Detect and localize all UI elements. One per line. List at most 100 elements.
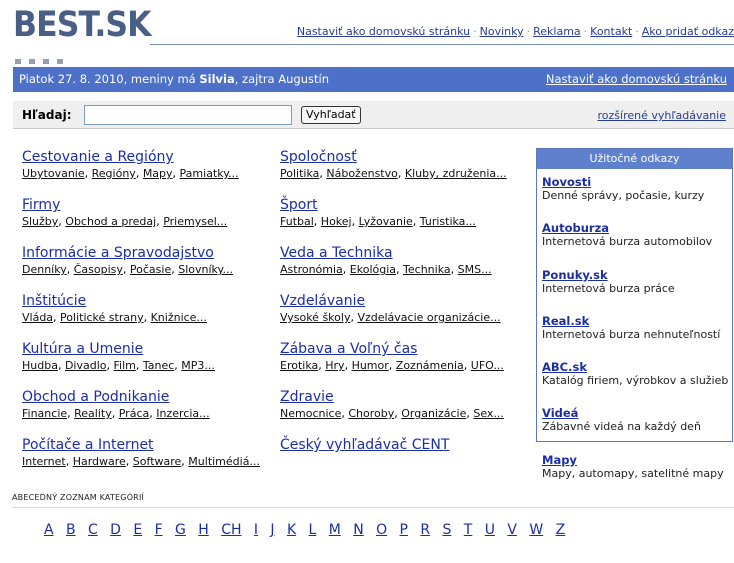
subcategory-link[interactable]: Multimédiá... <box>188 455 260 468</box>
subcategory-link[interactable]: Kluby, združenia... <box>405 167 507 180</box>
subcategory-link[interactable]: Slovníky... <box>178 263 233 276</box>
subcategory-link[interactable]: Divadlo <box>65 359 107 372</box>
subcategory-link[interactable]: Politika <box>280 167 319 180</box>
alphabet-letter-link[interactable]: F <box>155 522 163 538</box>
useful-link[interactable]: Real.sk <box>542 314 732 328</box>
subcategory-link[interactable]: Hry <box>325 359 344 372</box>
subcategory-link[interactable]: Humor <box>352 359 389 372</box>
category-title-link[interactable]: Zábava a Voľný čas <box>280 341 525 358</box>
useful-link[interactable]: Ponuky.sk <box>542 268 732 282</box>
subcategory-link[interactable]: Zoznámenia <box>396 359 464 372</box>
alphabet-letter-link[interactable]: H <box>198 522 209 538</box>
category-title-link[interactable]: Informácie a Spravodajstvo <box>22 245 272 262</box>
category-title-link[interactable]: Veda a Technika <box>280 245 525 262</box>
subcategory-link[interactable]: UFO... <box>471 359 504 372</box>
alphabet-letter-link[interactable]: C <box>88 522 98 538</box>
subcategory-link[interactable]: Erotika <box>280 359 318 372</box>
subcategory-link[interactable]: Internet <box>22 455 66 468</box>
subcategory-link[interactable]: Hudba <box>22 359 58 372</box>
top-link[interactable]: Novinky <box>480 25 524 38</box>
category-title-link[interactable]: Spoločnosť <box>280 149 525 166</box>
top-link[interactable]: Nastaviť ako domovskú stránku <box>297 25 470 38</box>
subcategory-link[interactable]: Tanec <box>143 359 174 372</box>
subcategory-link[interactable]: Inzercia... <box>156 407 209 420</box>
subcategory-link[interactable]: Financie <box>22 407 67 420</box>
subcategory-link[interactable]: Organizácie <box>401 407 466 420</box>
category-title-link[interactable]: Šport <box>280 197 525 214</box>
alphabet-letter-link[interactable]: T <box>464 522 473 538</box>
site-logo[interactable]: BEST.SK <box>13 6 153 64</box>
subcategory-link[interactable]: Služby <box>22 215 58 228</box>
subcategory-link[interactable]: Priemysel... <box>163 215 227 228</box>
alphabet-letter-link[interactable]: J <box>270 522 274 538</box>
subcategory-link[interactable]: Nemocnice <box>280 407 341 420</box>
alphabet-letter-link[interactable]: E <box>133 522 142 538</box>
category-title-link[interactable]: Vzdelávanie <box>280 293 525 310</box>
subcategory-link[interactable]: Mapy <box>143 167 173 180</box>
search-button[interactable]: Vyhľadať <box>301 106 361 124</box>
subcategory-link[interactable]: Práca <box>119 407 150 420</box>
subcategory-link[interactable]: Reality <box>74 407 112 420</box>
subcategory-link[interactable]: Turistika... <box>420 215 476 228</box>
alphabet-letter-link[interactable]: M <box>329 522 341 538</box>
subcategory-link[interactable]: Politické strany <box>60 311 144 324</box>
subcategory-link[interactable]: Časopisy <box>74 263 123 276</box>
useful-link[interactable]: Autoburza <box>542 221 732 235</box>
advanced-search-link[interactable]: rozšírené vyhľadávanie <box>598 109 726 122</box>
alphabet-letter-link[interactable]: S <box>442 522 451 538</box>
alphabet-letter-link[interactable]: W <box>529 522 543 538</box>
subcategory-link[interactable]: Obchod a predaj <box>65 215 156 228</box>
subcategory-link[interactable]: Počasie <box>130 263 171 276</box>
subcategory-link[interactable]: Knižnice... <box>151 311 207 324</box>
set-homepage-link[interactable]: Nastaviť ako domovskú stránku <box>546 67 727 92</box>
alphabet-letter-link[interactable]: P <box>400 522 408 538</box>
alphabet-letter-link[interactable]: R <box>420 522 430 538</box>
alphabet-letter-link[interactable]: G <box>175 522 186 538</box>
top-link[interactable]: Reklama <box>533 25 581 38</box>
subcategory-link[interactable]: Pamiatky... <box>180 167 239 180</box>
category-title-link[interactable]: Český vyhľadávač CENT <box>280 437 525 454</box>
subcategory-link[interactable]: Sex... <box>473 407 504 420</box>
top-link[interactable]: Ako pridať odkaz <box>642 25 734 38</box>
subcategory-link[interactable]: Hardware <box>73 455 126 468</box>
useful-link[interactable]: Novosti <box>542 175 732 189</box>
subcategory-link[interactable]: Náboženstvo <box>326 167 397 180</box>
alphabet-letter-link[interactable]: B <box>66 522 76 538</box>
alphabet-letter-link[interactable]: Z <box>556 522 566 538</box>
useful-link[interactable]: Mapy <box>542 453 732 467</box>
useful-link[interactable]: ABC.sk <box>542 360 732 374</box>
subcategory-link[interactable]: MP3... <box>181 359 215 372</box>
alphabet-letter-link[interactable]: U <box>485 522 495 538</box>
subcategory-link[interactable]: SMS... <box>458 263 492 276</box>
subcategory-link[interactable]: Astronómia <box>280 263 343 276</box>
subcategory-link[interactable]: Vláda <box>22 311 53 324</box>
alphabet-letter-link[interactable]: A <box>44 522 54 538</box>
category-title-link[interactable]: Cestovanie a Regióny <box>22 149 272 166</box>
category-title-link[interactable]: Firmy <box>22 197 272 214</box>
alphabet-letter-link[interactable]: N <box>353 522 363 538</box>
subcategory-link[interactable]: Film <box>114 359 136 372</box>
alphabet-letter-link[interactable]: CH <box>221 522 241 538</box>
subcategory-link[interactable]: Lyžovanie <box>359 215 413 228</box>
search-input[interactable] <box>84 105 292 125</box>
subcategory-link[interactable]: Vzdelávacie organizácie... <box>357 311 500 324</box>
subcategory-link[interactable]: Hokej <box>321 215 352 228</box>
useful-link[interactable]: Videá <box>542 406 732 420</box>
alphabet-letter-link[interactable]: I <box>254 522 258 538</box>
subcategory-link[interactable]: Denníky <box>22 263 67 276</box>
alphabet-letter-link[interactable]: V <box>507 522 517 538</box>
category-title-link[interactable]: Inštitúcie <box>22 293 272 310</box>
subcategory-link[interactable]: Vysoké školy <box>280 311 350 324</box>
alphabet-letter-link[interactable]: L <box>309 522 317 538</box>
alphabet-letter-link[interactable]: O <box>376 522 387 538</box>
subcategory-link[interactable]: Choroby <box>348 407 394 420</box>
category-title-link[interactable]: Zdravie <box>280 389 525 406</box>
subcategory-link[interactable]: Ekológia <box>350 263 396 276</box>
category-title-link[interactable]: Obchod a Podnikanie <box>22 389 272 406</box>
alphabet-letter-link[interactable]: D <box>110 522 121 538</box>
subcategory-link[interactable]: Software <box>133 455 182 468</box>
subcategory-link[interactable]: Regióny <box>92 167 136 180</box>
subcategory-link[interactable]: Technika <box>403 263 451 276</box>
category-title-link[interactable]: Kultúra a Umenie <box>22 341 272 358</box>
alphabet-letter-link[interactable]: K <box>287 522 296 538</box>
